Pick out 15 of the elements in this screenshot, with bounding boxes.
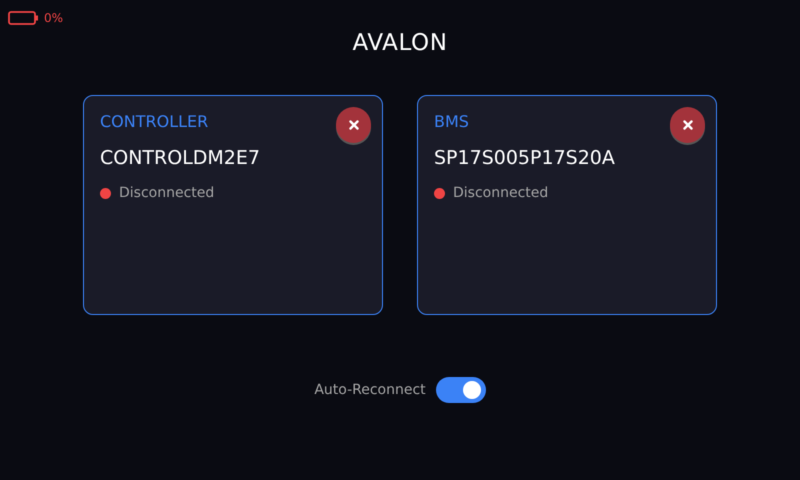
battery-icon <box>8 11 38 25</box>
close-icon <box>682 120 692 130</box>
device-name: CONTROLDM2E7 <box>100 146 260 171</box>
device-name: SP17S005P17S20A <box>434 146 615 171</box>
close-icon <box>348 120 358 130</box>
close-button[interactable] <box>336 107 371 143</box>
status-text: Disconnected <box>119 184 214 203</box>
battery-percentage: 0% <box>44 11 64 25</box>
status-text: Disconnected <box>453 184 548 203</box>
device-type-label: CONTROLLER <box>100 111 208 133</box>
close-button[interactable] <box>670 107 705 143</box>
app-title: AVALON <box>352 29 448 58</box>
device-type-label: BMS <box>434 111 469 133</box>
auto-reconnect-toggle[interactable] <box>436 377 486 403</box>
auto-reconnect-label: Auto-Reconnect <box>314 380 426 400</box>
